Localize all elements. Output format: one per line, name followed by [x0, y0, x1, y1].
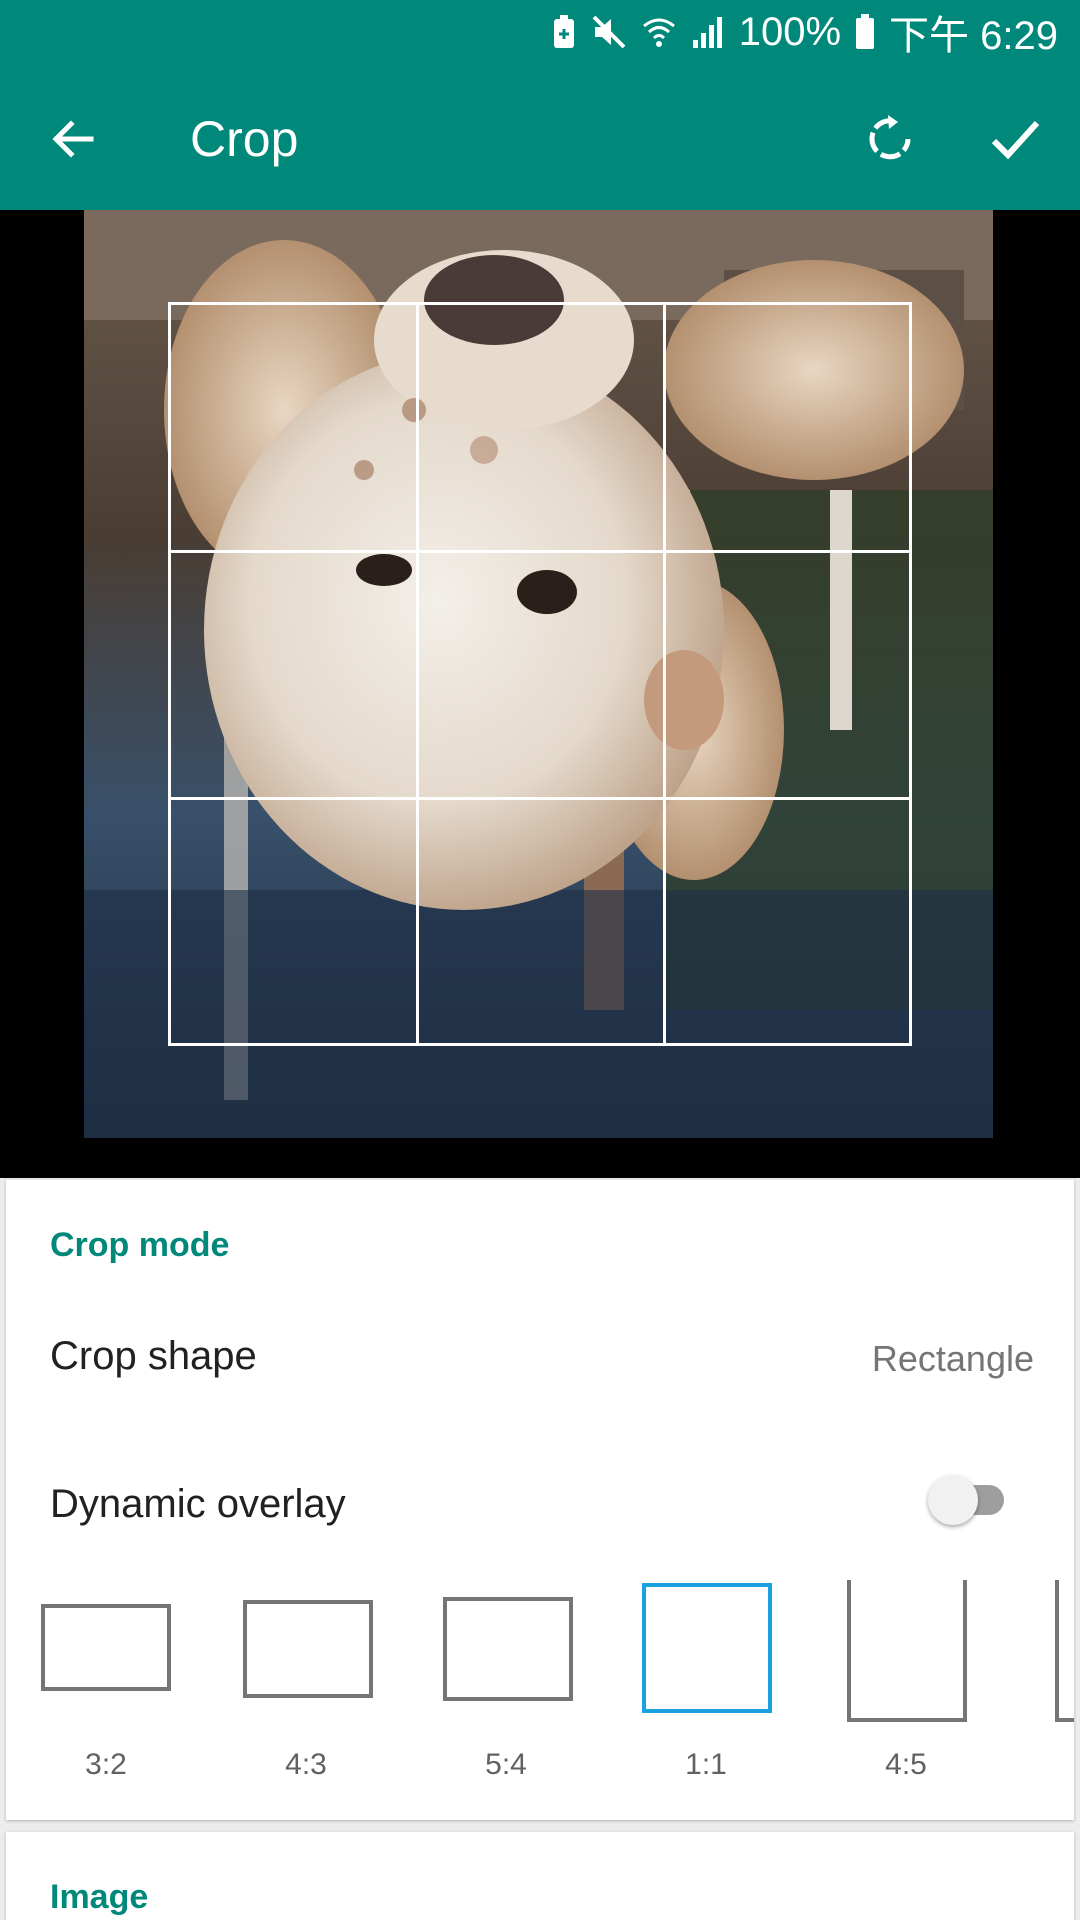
ratio-4-3-icon — [243, 1600, 373, 1698]
crop-shape-row[interactable]: Crop shape Rectangle — [6, 1290, 1074, 1410]
dynamic-overlay-row[interactable]: Dynamic overlay — [6, 1440, 1074, 1560]
battery-percent: 100% — [738, 9, 842, 54]
ratio-label: 4:3 — [285, 1748, 327, 1781]
battery-icon — [855, 14, 875, 50]
status-bar: 100% 下午 6:29 — [0, 0, 1080, 64]
ratio-3-2-icon — [41, 1604, 171, 1691]
clock: 下午 6:29 — [889, 14, 1058, 58]
ratio-option-5-4[interactable]: 5:4 — [436, 1580, 576, 1800]
crop-mode-panel: Crop mode Crop shape Rectangle Dynamic o… — [6, 1180, 1074, 1820]
ratio-label: 3:2 — [85, 1748, 127, 1781]
ratio-5-4-icon — [443, 1597, 573, 1701]
image-header: Image — [50, 1878, 149, 1916]
crop-frame[interactable] — [168, 302, 912, 1046]
signal-icon — [691, 14, 725, 50]
ratio-label: 4:5 — [885, 1748, 927, 1781]
crop-shape-label: Crop shape — [50, 1334, 257, 1378]
arrow-left-icon — [52, 120, 94, 158]
checkmark-icon — [991, 120, 1040, 160]
rotate-icon — [869, 115, 911, 160]
ratio-option-3-2[interactable]: 3:2 — [36, 1580, 176, 1800]
ratio-option-4-5[interactable]: 4:5 — [836, 1580, 976, 1800]
grid-line-horizontal-2 — [171, 797, 909, 800]
aspect-ratio-list[interactable]: 3:2 4:3 5:4 1:1 4:5 — [6, 1580, 1074, 1800]
image-panel: Image — [6, 1832, 1074, 1920]
app-bar: Crop — [0, 64, 1080, 210]
crop-shape-value: Rectangle — [871, 1338, 1034, 1379]
ratio-option-partial[interactable] — [1051, 1580, 1074, 1800]
page-title: Crop — [190, 111, 299, 167]
toggle-thumb — [928, 1475, 978, 1525]
wifi-icon — [641, 14, 677, 50]
status-icons: 100% 下午 6:29 — [551, 9, 1058, 58]
ratio-partial-icon — [1055, 1580, 1074, 1722]
grid-line-horizontal-1 — [171, 550, 909, 553]
ratio-option-1-1[interactable]: 1:1 — [636, 1580, 776, 1800]
confirm-button[interactable] — [980, 104, 1050, 174]
crop-mode-header: Crop mode — [50, 1226, 230, 1264]
dynamic-overlay-toggle[interactable] — [928, 1471, 1008, 1527]
ratio-label: 1:1 — [685, 1748, 727, 1781]
ratio-label: 5:4 — [485, 1748, 527, 1781]
ratio-4-5-icon — [847, 1580, 967, 1722]
grid-line-vertical-2 — [663, 305, 666, 1043]
mute-icon — [591, 14, 627, 50]
dynamic-overlay-label: Dynamic overlay — [50, 1482, 346, 1526]
grid-line-vertical-1 — [416, 305, 419, 1043]
battery-saver-icon — [551, 14, 577, 50]
crop-canvas[interactable] — [0, 210, 1080, 1178]
ratio-1-1-icon — [642, 1583, 772, 1713]
ratio-option-4-3[interactable]: 4:3 — [236, 1580, 376, 1800]
rotate-button[interactable] — [855, 104, 925, 174]
back-button[interactable] — [38, 104, 108, 174]
